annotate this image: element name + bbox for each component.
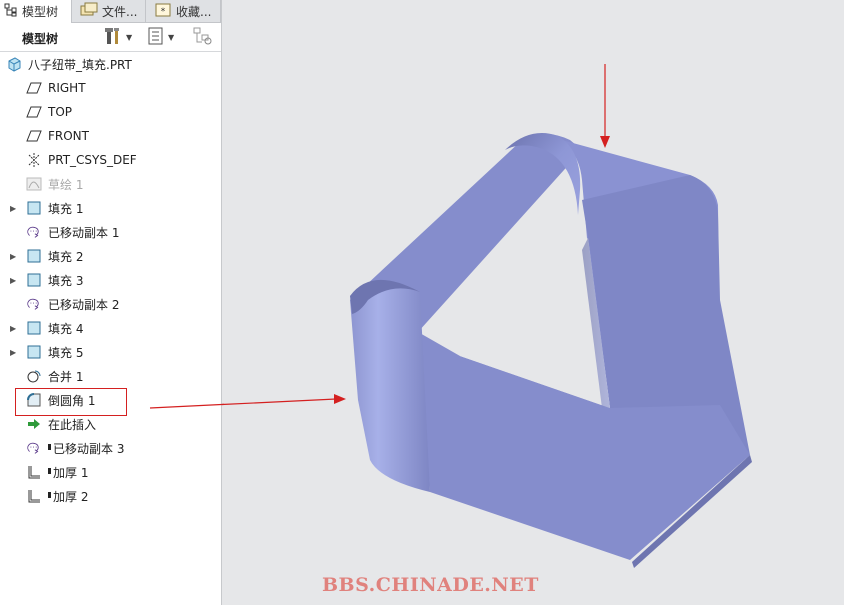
- fill-icon: [26, 200, 42, 216]
- fill-icon: [26, 344, 42, 360]
- tree-item-label: 填充 2: [48, 249, 84, 264]
- fill-icon: [26, 320, 42, 336]
- model-tree-panel: 模型树 文件... * 收藏... 模型树 ▼ ▼ 八子纽带_填充.PRT RI…: [0, 0, 222, 605]
- tree-item-label: RIGHT: [48, 81, 86, 95]
- tree-item-label: 填充 1: [48, 201, 84, 216]
- moved-copy-icon: [26, 440, 42, 456]
- tree-item-merge-1[interactable]: 合并 1: [0, 365, 220, 387]
- tree-item-label: 八子纽带_填充.PRT: [28, 57, 132, 72]
- tree-item-sketch[interactable]: 草绘 1: [0, 173, 220, 195]
- tree-item-label: PRT_CSYS_DEF: [48, 153, 137, 167]
- tree-item-label: 草绘 1: [48, 177, 84, 192]
- tree-item-fill-4[interactable]: ▶ 填充 4: [0, 317, 220, 339]
- tree-item-label: 加厚 1: [53, 465, 89, 480]
- tree-item-label: 加厚 2: [53, 489, 89, 504]
- annotation-arrow-tail: [149, 403, 224, 409]
- tab-label: 收藏...: [176, 4, 212, 19]
- tree-item-label: 在此插入: [48, 417, 97, 432]
- tab-model-tree[interactable]: 模型树: [0, 0, 72, 23]
- tree-item-moved-copy-3[interactable]: 已移动副本 3: [0, 437, 220, 459]
- datum-plane-icon: [26, 128, 42, 144]
- tree-item-fill-3[interactable]: ▶ 填充 3: [0, 269, 220, 291]
- datum-plane-icon: [26, 104, 42, 120]
- tree-item-thicken-1[interactable]: 加厚 1: [0, 461, 220, 483]
- tree-item-label: 已移动副本 2: [48, 297, 120, 312]
- tools-icon: [104, 26, 122, 49]
- annotation-highlight-box: [15, 388, 127, 416]
- folder-icon: [80, 2, 98, 21]
- tree-item-right[interactable]: RIGHT: [0, 77, 220, 99]
- tree-item-label-wrap: 加厚 1: [48, 464, 88, 481]
- tab-favorites[interactable]: * 收藏...: [150, 0, 221, 22]
- suppressed-marker-icon: [48, 443, 51, 450]
- graphics-viewport[interactable]: [222, 0, 844, 605]
- expand-arrow-icon[interactable]: ▶: [10, 324, 20, 333]
- favorites-icon: *: [154, 2, 172, 21]
- tree-item-fill-2[interactable]: ▶ 填充 2: [0, 245, 220, 267]
- tree-toolbar: 模型树 ▼ ▼: [0, 23, 221, 52]
- tree-item-label: 已移动副本 3: [53, 441, 125, 456]
- chevron-down-icon: ▼: [126, 32, 133, 42]
- panel-tabs: 模型树 文件... * 收藏...: [0, 0, 221, 23]
- 3d-model-surface[interactable]: [350, 133, 752, 568]
- expand-arrow-icon[interactable]: ▶: [10, 276, 20, 285]
- model-tree-icon: [4, 3, 18, 20]
- merge-icon: [26, 368, 42, 384]
- moved-copy-icon: [26, 296, 42, 312]
- tree-item-label-wrap: 已移动副本 3: [48, 440, 124, 457]
- moved-copy-icon: [26, 224, 42, 240]
- tree-item-moved-copy-2[interactable]: 已移动副本 2: [0, 293, 220, 315]
- suppressed-marker-icon: [48, 467, 51, 474]
- toolbar-title: 模型树: [22, 32, 59, 46]
- tree-item-label: 填充 4: [48, 321, 84, 336]
- sketch-icon: [26, 176, 42, 192]
- watermark-text: BBS.CHINADE.NET: [322, 574, 539, 596]
- tab-files[interactable]: 文件...: [76, 0, 146, 22]
- expand-arrow-icon[interactable]: ▶: [10, 204, 20, 213]
- tree-item-label: 合并 1: [48, 369, 84, 384]
- tree-item-label: 填充 3: [48, 273, 84, 288]
- tree-item-fill-1[interactable]: ▶ 填充 1: [0, 197, 220, 219]
- tree-item-front[interactable]: FRONT: [0, 125, 220, 147]
- expand-arrow-icon[interactable]: ▶: [10, 348, 20, 357]
- insert-here-icon: [26, 416, 42, 432]
- filter-icon: [193, 26, 213, 49]
- tab-label: 模型树: [22, 5, 59, 19]
- tree-settings-button[interactable]: ▼: [104, 27, 132, 47]
- annotation-arrow-left: [222, 394, 346, 406]
- chevron-down-icon: ▼: [168, 32, 175, 42]
- tree-item-label: 填充 5: [48, 345, 84, 360]
- fill-icon: [26, 248, 42, 264]
- show-menu-button[interactable]: ▼: [148, 27, 174, 47]
- datum-plane-icon: [26, 80, 42, 96]
- tree-item-label: TOP: [48, 105, 73, 119]
- suppressed-marker-icon: [48, 491, 51, 498]
- fill-icon: [26, 272, 42, 288]
- part-icon: [6, 56, 22, 72]
- tree-item-fill-5[interactable]: ▶ 填充 5: [0, 341, 220, 363]
- filter-button[interactable]: [193, 27, 213, 47]
- tree-item-csys[interactable]: PRT_CSYS_DEF: [0, 149, 220, 171]
- svg-text:*: *: [161, 7, 166, 17]
- csys-icon: [26, 152, 42, 168]
- annotation-arrow-top: [600, 64, 610, 148]
- tree-root-item[interactable]: 八子纽带_填充.PRT: [0, 53, 220, 75]
- tree-item-label: 已移动副本 1: [48, 225, 120, 240]
- list-icon: [148, 27, 164, 48]
- tab-label: 文件...: [102, 4, 138, 19]
- tree-item-label: FRONT: [48, 129, 89, 143]
- tree-item-label-wrap: 加厚 2: [48, 488, 88, 505]
- tree-item-moved-copy-1[interactable]: 已移动副本 1: [0, 221, 220, 243]
- thicken-icon: [26, 488, 42, 504]
- expand-arrow-icon[interactable]: ▶: [10, 252, 20, 261]
- tree-item-thicken-2[interactable]: 加厚 2: [0, 485, 220, 507]
- tree-item-top[interactable]: TOP: [0, 101, 220, 123]
- thicken-icon: [26, 464, 42, 480]
- tree-item-insert-here[interactable]: 在此插入: [0, 413, 220, 435]
